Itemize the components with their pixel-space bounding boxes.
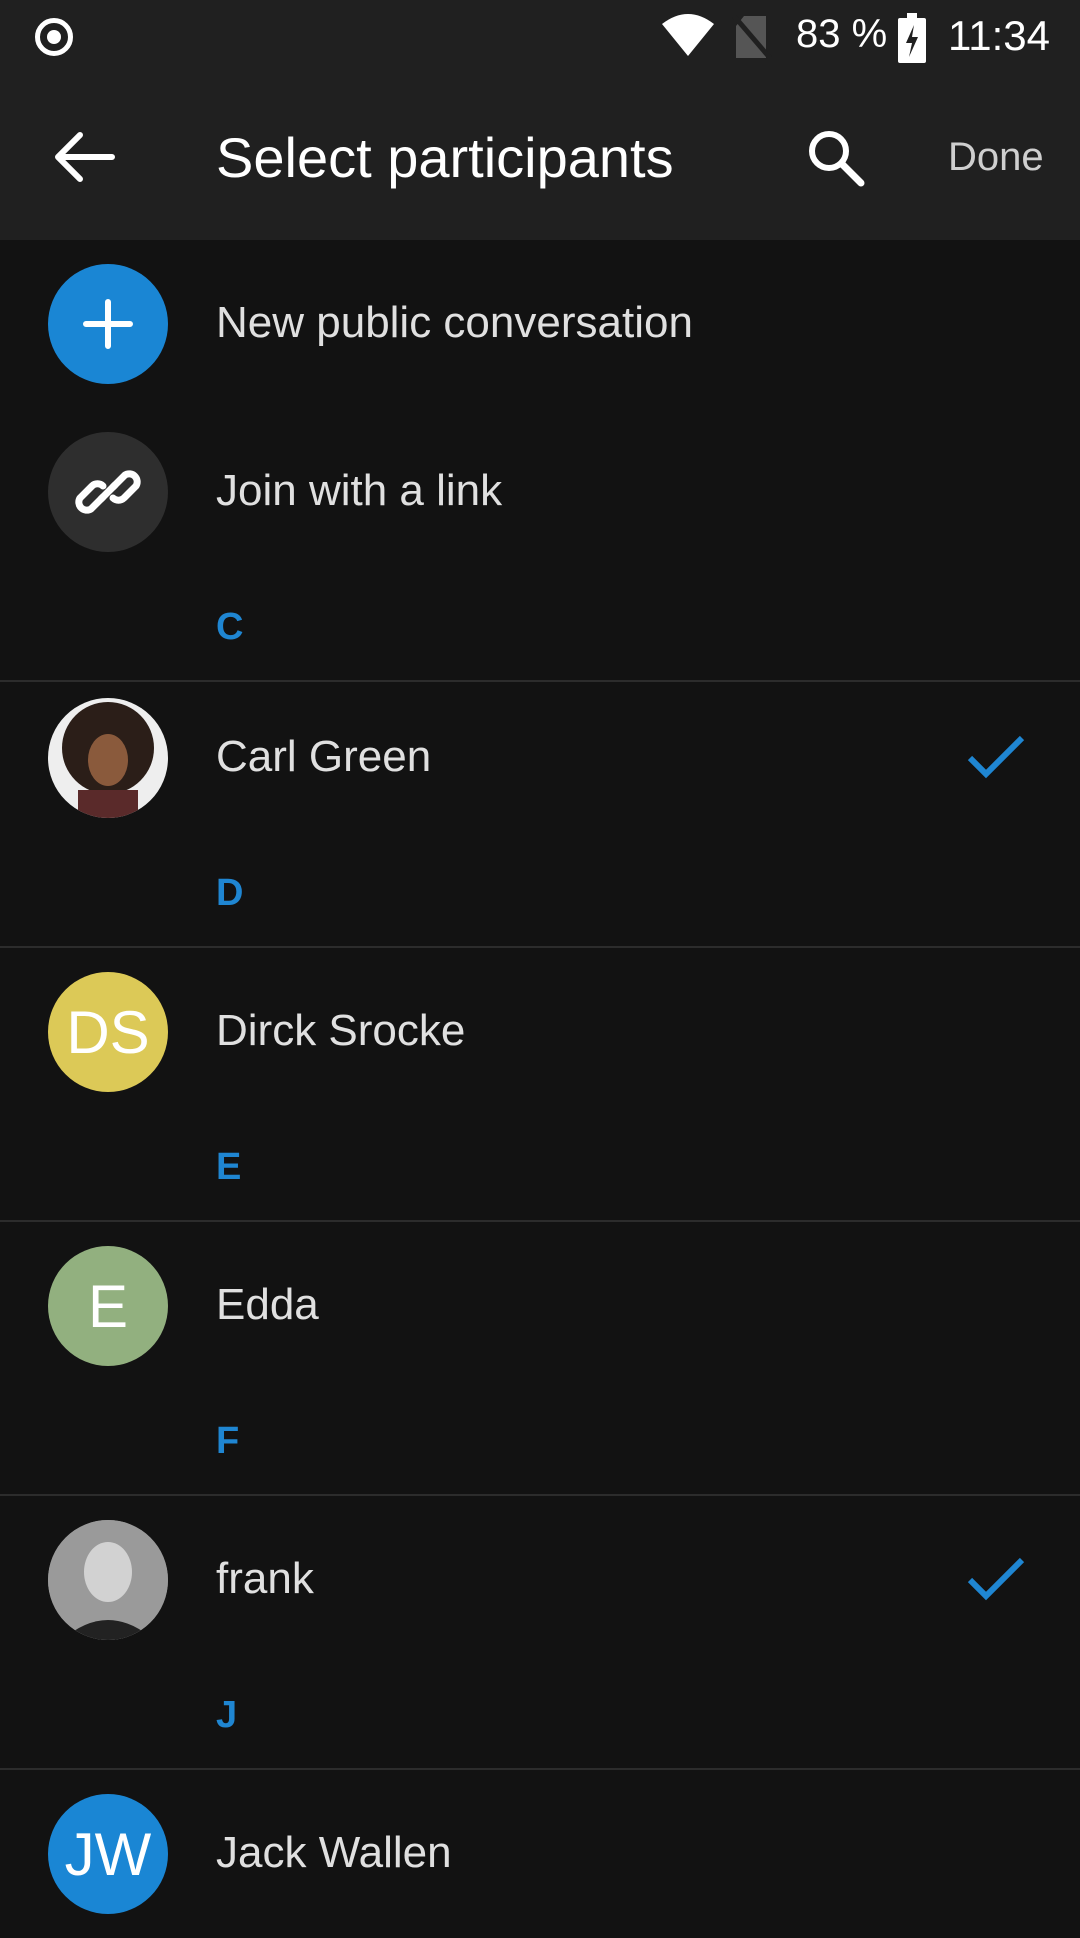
avatar: E (48, 1246, 168, 1366)
status-time: 11:34 (948, 12, 1050, 59)
contact-name: Dirck Srocke (216, 1006, 466, 1055)
section-header-d: D (216, 872, 244, 914)
join-with-link-label: Join with a link (216, 466, 503, 515)
section-header-e: E (216, 1146, 242, 1188)
contact-name: Carl Green (216, 732, 432, 781)
section-header-c: C (216, 606, 244, 648)
contact-name: Edda (216, 1280, 319, 1329)
contact-row-carl-green[interactable]: Carl Green (0, 674, 1080, 842)
checkmark-icon (967, 1557, 1025, 1601)
battery-charging-icon (898, 13, 926, 63)
avatar (48, 1520, 168, 1640)
contact-row-edda[interactable]: E Edda (0, 1222, 1080, 1390)
link-icon (48, 432, 168, 552)
checkmark-icon (967, 735, 1025, 779)
record-indicator-icon (35, 18, 73, 56)
contact-row-frank[interactable]: frank (0, 1496, 1080, 1664)
new-public-conversation-label: New public conversation (216, 298, 693, 347)
avatar: DS (48, 972, 168, 1092)
avatar (48, 698, 168, 818)
search-icon[interactable] (805, 127, 865, 187)
done-button[interactable]: Done (948, 135, 1044, 180)
back-arrow-icon[interactable] (50, 127, 120, 187)
no-sim-icon (732, 14, 772, 60)
section-header-f: F (216, 1420, 240, 1462)
app-bar: Select participants Done (0, 75, 1080, 240)
contact-row-jack-wallen[interactable]: JW Jack Wallen (0, 1770, 1080, 1938)
plus-icon (48, 264, 168, 384)
join-with-link-row[interactable]: Join with a link (0, 408, 1080, 576)
page-title: Select participants (216, 126, 674, 189)
contact-name: frank (216, 1554, 314, 1603)
status-bar: 83 % 11:34 (0, 0, 1080, 75)
battery-percent: 83 % (796, 12, 888, 56)
section-header-j: J (216, 1694, 238, 1736)
wifi-icon (662, 14, 714, 56)
avatar: JW (48, 1794, 168, 1914)
contact-name: Jack Wallen (216, 1828, 452, 1877)
contact-row-dirck-srocke[interactable]: DS Dirck Srocke (0, 948, 1080, 1116)
new-public-conversation-row[interactable]: New public conversation (0, 240, 1080, 408)
